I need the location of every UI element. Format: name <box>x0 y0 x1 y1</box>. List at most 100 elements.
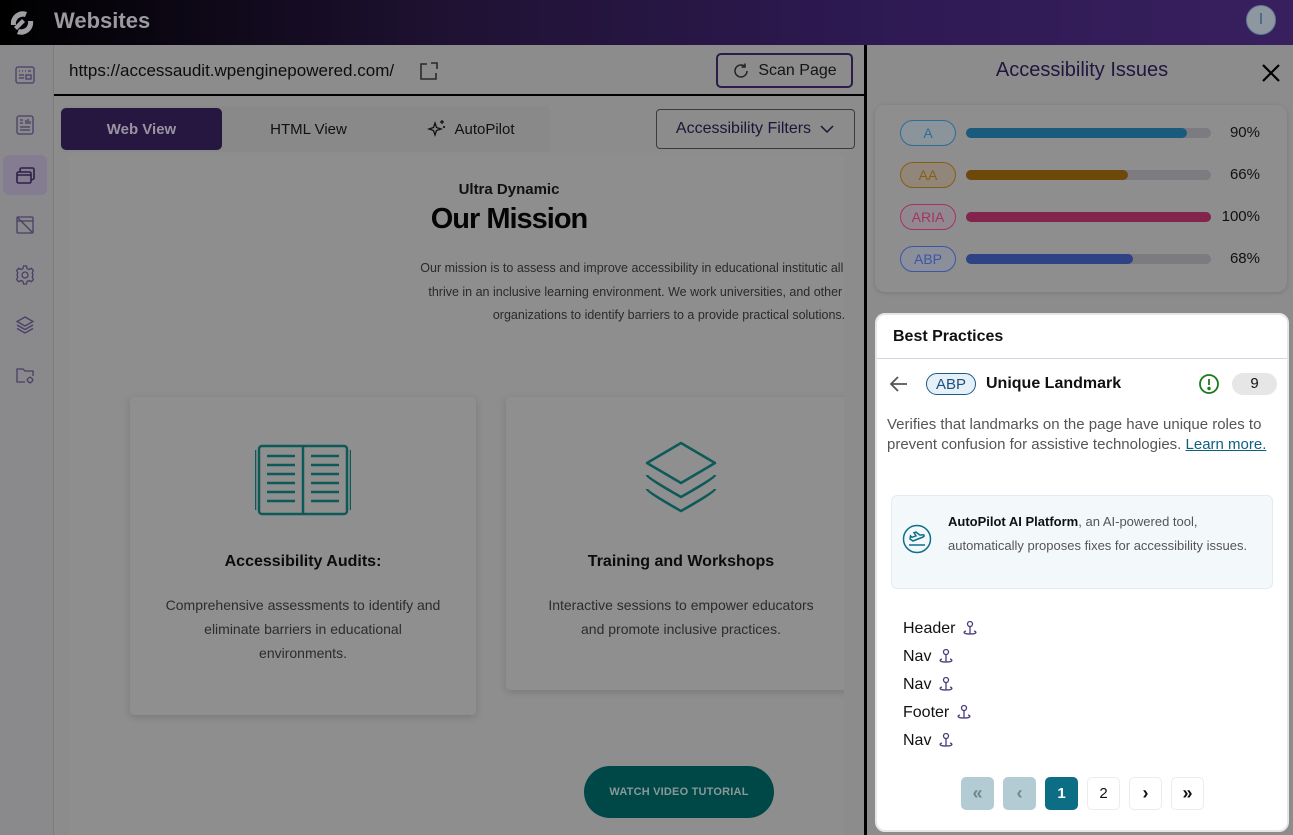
rule-title: Unique Landmark <box>986 375 1122 392</box>
dashboard-icon <box>15 66 35 84</box>
website-preview: Ultra Dynamic Our Mission Our mission is… <box>69 155 844 835</box>
landmark-item[interactable]: Header <box>903 615 979 643</box>
autopilot-promo: AutoPilot AI Platform, an AI-powered too… <box>891 495 1273 589</box>
airplane-takeoff-icon <box>902 524 932 554</box>
warning-icon <box>1199 374 1219 394</box>
accessibility-issues-panel: Accessibility Issues A 90% AA 66% ARIA 1… <box>867 45 1293 835</box>
landmark-label: Nav <box>903 676 932 693</box>
page-2-button[interactable]: 2 <box>1087 777 1120 810</box>
page-1-button[interactable]: 1 <box>1045 777 1078 810</box>
sidebar-item-dashboard[interactable] <box>3 55 47 95</box>
sidebar-item-blocked[interactable] <box>3 205 47 245</box>
sidebar-item-reports[interactable] <box>3 105 47 145</box>
score-fill <box>966 170 1128 180</box>
score-badge: ABP <box>900 246 956 272</box>
location-pin-icon[interactable] <box>961 620 979 638</box>
score-percent: 68% <box>1229 250 1260 267</box>
accessibility-filters-dropdown[interactable]: Accessibility Filters <box>656 109 855 149</box>
location-pin-icon[interactable] <box>955 704 973 722</box>
landmark-label: Nav <box>903 648 932 665</box>
learn-more-link[interactable]: Learn more. <box>1186 436 1267 453</box>
layers-icon <box>645 441 717 513</box>
score-row-a[interactable]: A 90% <box>875 120 1287 146</box>
close-icon[interactable] <box>1259 61 1283 85</box>
last-page-button[interactable]: » <box>1171 777 1204 810</box>
score-badge: AA <box>900 162 956 188</box>
chevron-down-icon <box>820 125 834 134</box>
external-link-icon[interactable] <box>418 60 440 82</box>
view-tabs: Web View HTML View AutoPilot <box>60 106 550 152</box>
gear-icon <box>15 265 35 285</box>
tab-html-view-label: HTML View <box>270 120 347 138</box>
tab-autopilot[interactable]: AutoPilot <box>390 108 551 150</box>
score-track <box>966 212 1211 222</box>
watch-video-tutorial-button[interactable]: WATCH VIDEO TUTORIAL <box>584 766 774 818</box>
first-page-button[interactable]: « <box>961 777 994 810</box>
user-avatar[interactable]: I <box>1246 5 1276 35</box>
panel-title: Accessibility Issues <box>995 59 1169 81</box>
sidebar-item-websites[interactable] <box>3 155 47 195</box>
filters-label: Accessibility Filters <box>675 120 812 137</box>
app-title: Websites <box>54 8 151 33</box>
tab-web-view[interactable]: Web View <box>61 108 222 150</box>
windows-icon <box>16 167 35 184</box>
sidebar-item-settings[interactable] <box>3 255 47 295</box>
card-text: Interactive sessions to empower educator… <box>548 597 814 637</box>
score-track <box>966 170 1211 180</box>
browser-off-icon <box>16 216 34 234</box>
location-pin-icon[interactable] <box>937 648 955 666</box>
tab-autopilot-label: AutoPilot <box>454 120 515 138</box>
service-card: Accessibility Audits: Comprehensive asse… <box>130 397 476 715</box>
best-practices-header: Best Practices <box>877 315 1287 359</box>
score-row-abp[interactable]: ABP 68% <box>875 246 1287 272</box>
card-title: Training and Workshops <box>587 553 775 570</box>
score-percent: 66% <box>1229 166 1260 183</box>
score-track <box>966 128 1211 138</box>
site-title: Our Mission <box>430 203 589 235</box>
score-row-aria[interactable]: ARIA 100% <box>875 204 1287 230</box>
sidebar-item-folder-settings[interactable] <box>3 355 47 395</box>
site-mission-text: Our mission is to assess and improve acc… <box>420 261 844 322</box>
best-practices-card: Best Practices ABP Unique Landmark 9 Ver… <box>875 313 1289 832</box>
rule-description: Verifies that landmarks on the page have… <box>887 415 1277 455</box>
issue-count: 9 <box>1232 373 1277 395</box>
score-fill <box>966 128 1187 138</box>
sidebar <box>0 45 54 835</box>
sparkle-icon <box>427 120 446 138</box>
scan-page-button[interactable]: Scan Page <box>716 53 853 88</box>
url-bar: https://accessaudit.wpenginepowered.com/… <box>54 45 864 96</box>
sidebar-item-layers[interactable] <box>3 305 47 345</box>
tab-web-view-label: Web View <box>106 120 177 138</box>
score-track <box>966 254 1211 264</box>
pagination: « ‹ 1 2 › » <box>961 777 1204 810</box>
next-page-button[interactable]: › <box>1129 777 1162 810</box>
landmark-item[interactable]: Nav <box>903 727 979 755</box>
card-text: Comprehensive assessments to identify an… <box>165 597 441 661</box>
score-percent: 100% <box>1221 208 1260 225</box>
top-bar: Websites I <box>0 0 1293 45</box>
card-title: Accessibility Audits: <box>224 553 382 570</box>
arrow-left-icon[interactable] <box>889 375 909 393</box>
score-row-aa[interactable]: AA 66% <box>875 162 1287 188</box>
score-summary: A 90% AA 66% ARIA 100% ABP 68% <box>875 105 1287 292</box>
landmark-item[interactable]: Nav <box>903 643 979 671</box>
landmark-item[interactable]: Nav <box>903 671 979 699</box>
report-icon <box>16 115 34 135</box>
autopilot-title: AutoPilot AI Platform <box>948 514 1079 529</box>
tab-html-view[interactable]: HTML View <box>228 108 389 150</box>
landmark-label: Header <box>903 620 956 637</box>
scan-page-label: Scan Page <box>758 61 837 79</box>
location-pin-icon[interactable] <box>937 732 955 750</box>
landmark-item[interactable]: Footer <box>903 699 979 727</box>
layers-icon <box>15 316 35 334</box>
folder-gear-icon <box>16 368 34 384</box>
location-pin-icon[interactable] <box>937 676 955 694</box>
brand-logo-icon[interactable] <box>5 6 39 40</box>
refresh-icon <box>734 63 749 78</box>
prev-page-button[interactable]: ‹ <box>1003 777 1036 810</box>
score-fill <box>966 254 1133 264</box>
url-text[interactable]: https://accessaudit.wpenginepowered.com/ <box>69 61 394 81</box>
landmark-label: Footer <box>903 704 950 721</box>
autopilot-text: AutoPilot AI Platform, an AI-powered too… <box>948 510 1258 558</box>
score-badge: ARIA <box>900 204 956 230</box>
